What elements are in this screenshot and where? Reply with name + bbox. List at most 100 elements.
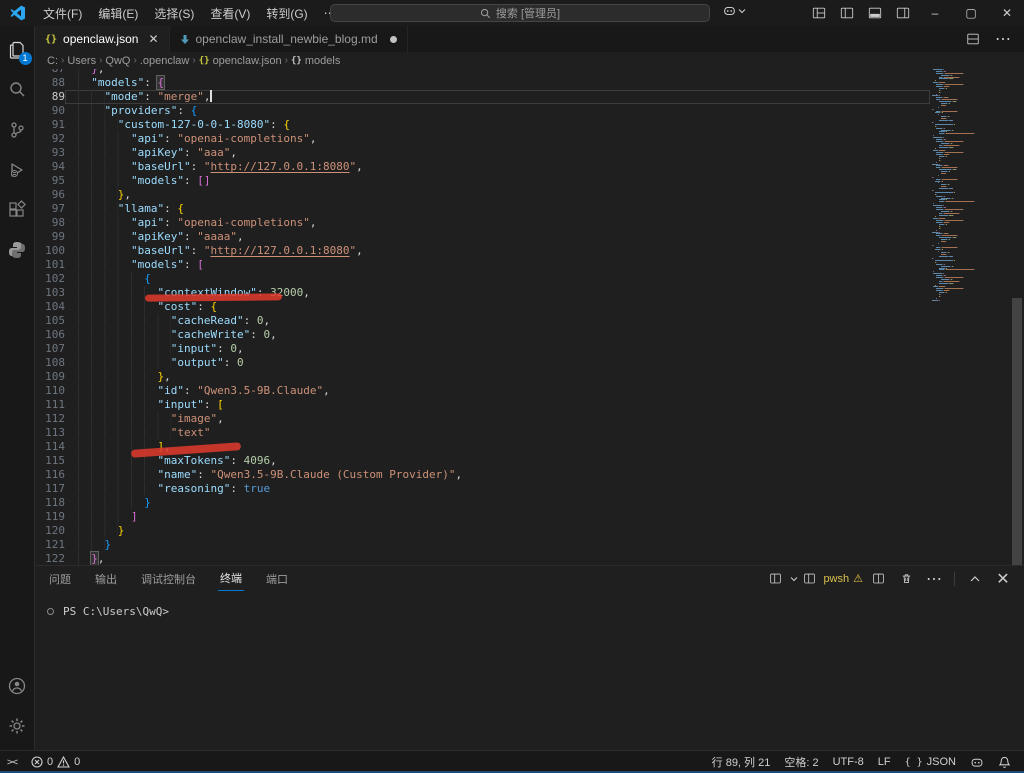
code-line-108[interactable]: 108 "output": 0 bbox=[35, 356, 930, 370]
language-mode[interactable]: { }JSON bbox=[898, 751, 963, 773]
activity-explorer[interactable]: 1 bbox=[0, 30, 35, 70]
code-line-91[interactable]: 91 "custom-127-0-0-1-8080": { bbox=[35, 118, 930, 132]
code-line-101[interactable]: 101 "models": [ bbox=[35, 258, 930, 272]
encoding-status[interactable]: UTF-8 bbox=[826, 751, 871, 773]
code-line-95[interactable]: 95 "models": [] bbox=[35, 174, 930, 188]
account-icon[interactable] bbox=[0, 666, 35, 706]
tab-modified-dot[interactable] bbox=[390, 36, 397, 43]
panel-tab-terminal[interactable]: 终端 bbox=[218, 566, 244, 591]
close-panel-icon[interactable]: ✕ bbox=[990, 568, 1016, 590]
code-line-112[interactable]: 112 "image", bbox=[35, 412, 930, 426]
code-line-107[interactable]: 107 "input": 0, bbox=[35, 342, 930, 356]
maximize-panel-icon[interactable] bbox=[962, 568, 988, 590]
code-line-115[interactable]: 115 "maxTokens": 4096, bbox=[35, 454, 930, 468]
panel-tab-debug-console[interactable]: 调试控制台 bbox=[139, 567, 198, 591]
activity-python[interactable] bbox=[0, 230, 35, 270]
code-line-113[interactable]: 113 "text" bbox=[35, 426, 930, 440]
problems-status[interactable]: 0 0 bbox=[24, 751, 87, 773]
toggle-sidebar-icon[interactable] bbox=[834, 2, 860, 24]
activity-search[interactable] bbox=[0, 70, 35, 110]
window-maximize-button[interactable]: ▢ bbox=[954, 0, 988, 26]
minimap[interactable] bbox=[930, 69, 1010, 565]
split-terminal-icon[interactable] bbox=[865, 568, 891, 590]
breadcrumb-item[interactable]: models bbox=[305, 55, 340, 67]
tab-close-icon[interactable]: ✕ bbox=[148, 32, 158, 46]
kill-terminal-icon[interactable] bbox=[893, 568, 919, 590]
code-line-119[interactable]: 119 ] bbox=[35, 510, 930, 524]
breadcrumb-item[interactable]: QwQ bbox=[105, 55, 130, 67]
breadcrumb: C:› Users› QwQ› .openclaw› {} openclaw.j… bbox=[35, 52, 1024, 69]
new-terminal-icon[interactable] bbox=[762, 568, 788, 590]
activity-extensions[interactable] bbox=[0, 190, 35, 230]
split-editor-icon[interactable] bbox=[960, 28, 986, 50]
tab-openclaw-json[interactable]: {} openclaw.json ✕ bbox=[35, 26, 170, 52]
code-line-109[interactable]: 109 }, bbox=[35, 370, 930, 384]
code-line-116[interactable]: 116 "name": "Qwen3.5-9B.Claude (Custom P… bbox=[35, 468, 930, 482]
code-line-90[interactable]: 90 "providers": { bbox=[35, 104, 930, 118]
tab-blog-md[interactable]: openclaw_install_newbie_blog.md bbox=[170, 26, 408, 52]
breadcrumb-item[interactable]: C: bbox=[47, 55, 58, 67]
menu-file[interactable]: 文件(F) bbox=[35, 3, 90, 24]
terminal-tab-icon[interactable] bbox=[800, 568, 818, 590]
line-number: 97 bbox=[35, 202, 65, 216]
code-line-92[interactable]: 92 "api": "openai-completions", bbox=[35, 132, 930, 146]
window-minimize-button[interactable]: – bbox=[918, 0, 952, 26]
settings-gear-icon[interactable] bbox=[0, 706, 35, 746]
command-center-search[interactable]: 搜索 [管理员] bbox=[330, 4, 710, 22]
code-line-111[interactable]: 111 "input": [ bbox=[35, 398, 930, 412]
code-line-106[interactable]: 106 "cacheWrite": 0, bbox=[35, 328, 930, 342]
code-line-105[interactable]: 105 "cacheRead": 0, bbox=[35, 314, 930, 328]
notifications-bell-icon[interactable] bbox=[991, 751, 1018, 773]
toggle-panel-icon[interactable] bbox=[862, 2, 888, 24]
chevron-down-icon[interactable] bbox=[790, 575, 798, 583]
toggle-secondary-sidebar-icon[interactable] bbox=[890, 2, 916, 24]
code-line-87[interactable]: 87 }, bbox=[35, 69, 930, 76]
code-line-99[interactable]: 99 "apiKey": "aaaa", bbox=[35, 230, 930, 244]
terminal-warning-icon[interactable]: ⚠ bbox=[853, 572, 863, 585]
code-line-98[interactable]: 98 "api": "openai-completions", bbox=[35, 216, 930, 230]
copilot-status-icon[interactable] bbox=[963, 751, 991, 773]
editor-more-actions-icon[interactable]: ⋯ bbox=[990, 28, 1016, 50]
code-line-122[interactable]: 122 }, bbox=[35, 552, 930, 565]
eol-status[interactable]: LF bbox=[871, 751, 898, 773]
panel-tab-problems[interactable]: 问题 bbox=[47, 567, 73, 591]
code-line-96[interactable]: 96 }, bbox=[35, 188, 930, 202]
code-line-100[interactable]: 100 "baseUrl": "http://127.0.0.1:8080", bbox=[35, 244, 930, 258]
breadcrumb-item[interactable]: Users bbox=[67, 55, 96, 67]
scrollbar-thumb[interactable] bbox=[1012, 298, 1022, 565]
cursor-position[interactable]: 行 89, 列 21 bbox=[705, 751, 778, 773]
code-line-117[interactable]: 117 "reasoning": true bbox=[35, 482, 930, 496]
copilot-menu[interactable] bbox=[722, 4, 746, 18]
menu-selection[interactable]: 选择(S) bbox=[146, 3, 202, 24]
code-line-97[interactable]: 97 "llama": { bbox=[35, 202, 930, 216]
code-line-94[interactable]: 94 "baseUrl": "http://127.0.0.1:8080", bbox=[35, 160, 930, 174]
code-line-104[interactable]: 104 "cost": { bbox=[35, 300, 930, 314]
code-line-120[interactable]: 120 } bbox=[35, 524, 930, 538]
code-editor[interactable]: 87 },88 "models": {89 "mode": "merge",90… bbox=[35, 69, 1024, 565]
terminal-shell-name[interactable]: pwsh bbox=[823, 573, 849, 585]
menu-edit[interactable]: 编辑(E) bbox=[90, 3, 146, 24]
code-line-88[interactable]: 88 "models": { bbox=[35, 76, 930, 90]
code-line-110[interactable]: 110 "id": "Qwen3.5-9B.Claude", bbox=[35, 384, 930, 398]
panel-tab-output[interactable]: 输出 bbox=[93, 567, 119, 591]
panel-more-actions-icon[interactable]: ⋯ bbox=[921, 568, 947, 590]
vertical-scrollbar[interactable] bbox=[1010, 69, 1024, 565]
code-line-118[interactable]: 118 } bbox=[35, 496, 930, 510]
command-decoration-icon[interactable] bbox=[47, 608, 54, 615]
activity-source-control[interactable] bbox=[0, 110, 35, 150]
code-line-93[interactable]: 93 "apiKey": "aaa", bbox=[35, 146, 930, 160]
menu-goto[interactable]: 转到(G) bbox=[258, 3, 315, 24]
remote-indicator[interactable]: >< bbox=[0, 751, 24, 773]
activity-run-debug[interactable] bbox=[0, 150, 35, 190]
terminal-view[interactable]: PS C:\Users\QwQ> bbox=[35, 591, 1024, 750]
menu-view[interactable]: 查看(V) bbox=[202, 3, 258, 24]
code-line-121[interactable]: 121 } bbox=[35, 538, 930, 552]
code-line-102[interactable]: 102 { bbox=[35, 272, 930, 286]
breadcrumb-item[interactable]: .openclaw bbox=[140, 55, 190, 67]
breadcrumb-item[interactable]: openclaw.json bbox=[213, 55, 282, 67]
code-line-89[interactable]: 89 "mode": "merge", bbox=[35, 90, 930, 104]
panel-tab-ports[interactable]: 端口 bbox=[264, 567, 290, 591]
indentation-status[interactable]: 空格: 2 bbox=[777, 751, 825, 773]
customize-layout-icon[interactable] bbox=[806, 2, 832, 24]
window-close-button[interactable]: ✕ bbox=[990, 0, 1024, 26]
